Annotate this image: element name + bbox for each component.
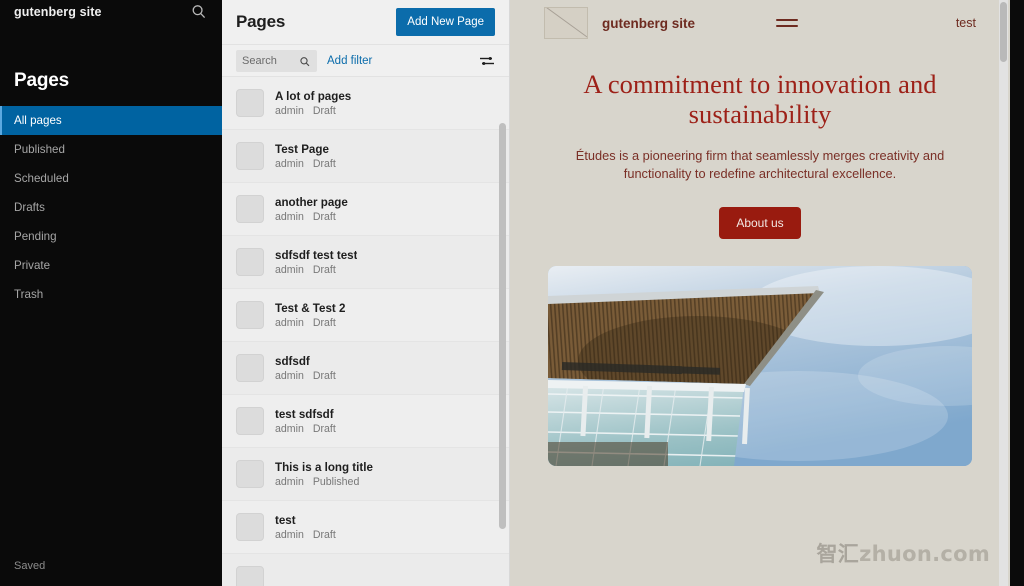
search-input[interactable]: Search <box>236 49 317 72</box>
search-input-value: Search <box>242 54 277 67</box>
preview-scrollbar[interactable] <box>999 0 1008 586</box>
add-filter-link[interactable]: Add filter <box>327 55 372 67</box>
page-status-cell: Draft <box>312 422 336 435</box>
search-icon[interactable] <box>190 3 208 21</box>
page-status-cell: Draft <box>312 104 336 117</box>
page-status-cell: Published <box>312 475 360 488</box>
page-status-cell: Draft <box>312 316 336 329</box>
page-title: Pages <box>236 12 286 31</box>
sidebar-item-label: Trash <box>14 288 44 301</box>
sidebar-item-private[interactable]: Private <box>0 251 222 280</box>
sidebar-item-scheduled[interactable]: Scheduled <box>0 164 222 193</box>
sidebar-item-drafts[interactable]: Drafts <box>0 193 222 222</box>
preview-hero: A commitment to innovation and sustainab… <box>510 46 1010 239</box>
page-status-cell: Draft <box>312 210 336 223</box>
page-thumbnail <box>236 89 264 117</box>
list-panel-header: Pages Add New Page <box>222 0 509 44</box>
table-row[interactable]: Test & Test 2 admin Draft <box>222 289 509 342</box>
pages-list[interactable]: A lot of pages admin Draft Test Page adm… <box>222 77 509 586</box>
architecture-photo <box>548 265 972 466</box>
hero-heading: A commitment to innovation and sustainab… <box>583 69 937 129</box>
page-title-cell: Test Page <box>275 142 329 156</box>
sidebar-item-label: Scheduled <box>14 172 69 185</box>
sidebar-item-published[interactable]: Published <box>0 135 222 164</box>
preview-scrollbar-thumb[interactable] <box>1000 2 1007 62</box>
page-status-cell: Draft <box>312 528 336 541</box>
page-title-cell: sdfsdf test test <box>275 248 358 262</box>
page-status-cell: Draft <box>312 157 336 170</box>
table-row[interactable] <box>222 554 509 586</box>
sidebar-item-label: Pending <box>14 230 57 243</box>
page-title-cell: another page <box>275 195 348 209</box>
page-title-cell: test sdfsdf <box>275 407 334 421</box>
page-author-cell: admin <box>275 263 304 276</box>
page-thumbnail <box>236 195 264 223</box>
preview-site-name: gutenberg site <box>602 15 696 31</box>
page-author-cell: admin <box>275 422 304 435</box>
page-title-cell: A lot of pages <box>275 89 352 103</box>
navigation-sidebar: gutenberg site Pages All pages Published… <box>0 0 222 586</box>
page-author-cell: admin <box>275 157 304 170</box>
page-author-cell: admin <box>275 104 304 117</box>
sidebar-site-title: gutenberg site <box>14 5 102 19</box>
save-status: Saved <box>14 560 46 572</box>
search-icon <box>299 55 311 67</box>
editor-window: gutenberg site Pages All pages Published… <box>0 0 1024 586</box>
page-thumbnail <box>236 248 264 276</box>
sidebar-item-trash[interactable]: Trash <box>0 280 222 309</box>
sidebar-top-bar: gutenberg site <box>0 0 222 24</box>
table-row[interactable]: sdfsdf test test admin Draft <box>222 236 509 289</box>
list-scrollbar-thumb[interactable] <box>499 123 506 529</box>
watermark: 智汇zhuon.com <box>816 538 990 568</box>
page-thumbnail <box>236 407 264 435</box>
page-author-cell: admin <box>275 210 304 223</box>
image-placeholder-icon <box>544 7 588 39</box>
page-author-cell: admin <box>275 369 304 382</box>
sliders-icon[interactable] <box>479 54 495 68</box>
list-toolbar: Search Add filter <box>222 44 509 77</box>
pages-list-panel: Pages Add New Page Search Add filter A l… <box>222 0 510 586</box>
hero-image <box>548 265 972 466</box>
watermark-latin: zhuon.com <box>859 542 990 566</box>
sidebar-item-label: Private <box>14 259 51 272</box>
add-new-page-button[interactable]: Add New Page <box>396 8 495 36</box>
sidebar-item-pending[interactable]: Pending <box>0 222 222 251</box>
sidebar-nav: All pages Published Scheduled Drafts Pen… <box>0 106 222 309</box>
table-row[interactable]: Test Page admin Draft <box>222 130 509 183</box>
preview-nav-link[interactable]: test <box>880 16 976 30</box>
page-title-cell: Test & Test 2 <box>275 301 346 315</box>
table-row[interactable]: another page admin Draft <box>222 183 509 236</box>
table-row[interactable]: This is a long title admin Published <box>222 448 509 501</box>
page-title-cell: This is a long title <box>275 460 373 474</box>
table-row[interactable]: sdfsdf admin Draft <box>222 342 509 395</box>
page-thumbnail <box>236 513 264 541</box>
page-author-cell: admin <box>275 528 304 541</box>
table-row[interactable]: test sdfsdf admin Draft <box>222 395 509 448</box>
page-status-cell: Draft <box>312 263 336 276</box>
page-title-cell: sdfsdf <box>275 354 310 368</box>
page-author-cell: admin <box>275 316 304 329</box>
preview-site-header: gutenberg site test <box>510 0 1010 46</box>
list-scrollbar[interactable] <box>499 123 506 586</box>
page-thumbnail <box>236 301 264 329</box>
watermark-cn: 智汇 <box>816 542 860 566</box>
page-title-cell: test <box>275 513 296 527</box>
page-thumbnail <box>236 142 264 170</box>
about-us-button[interactable]: About us <box>719 206 801 239</box>
page-status-cell: Draft <box>312 369 336 382</box>
sidebar-item-all-pages[interactable]: All pages <box>0 106 222 135</box>
sidebar-item-label: All pages <box>14 114 62 127</box>
hamburger-menu-icon[interactable] <box>776 15 799 31</box>
sidebar-heading: Pages <box>14 70 69 91</box>
hero-subheading: Études is a pioneering firm that seamles… <box>575 147 945 182</box>
sidebar-item-label: Drafts <box>14 201 45 214</box>
page-author-cell: admin <box>275 475 304 488</box>
page-thumbnail <box>236 354 264 382</box>
page-thumbnail <box>236 566 264 586</box>
site-preview-panel: gutenberg site test A commitment to inno… <box>510 0 1010 586</box>
sidebar-item-label: Published <box>14 143 65 156</box>
table-row[interactable]: A lot of pages admin Draft <box>222 77 509 130</box>
page-thumbnail <box>236 460 264 488</box>
table-row[interactable]: test admin Draft <box>222 501 509 554</box>
